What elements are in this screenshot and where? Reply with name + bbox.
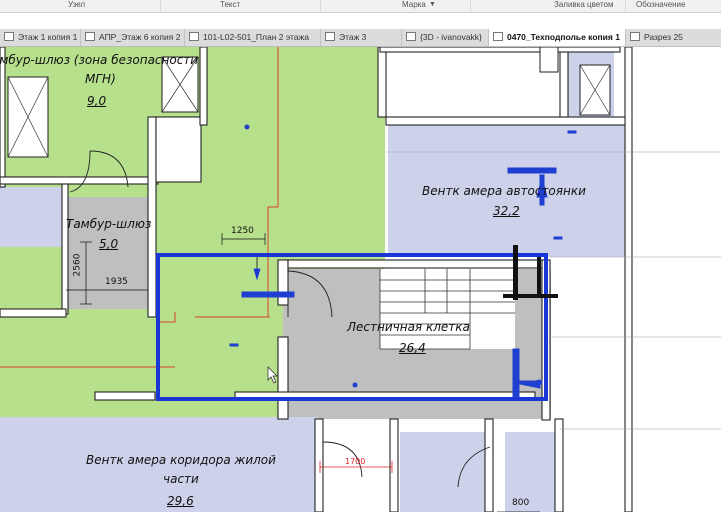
dimension-label[interactable]: 2560 [72, 254, 82, 277]
tab-label: Разрез 25 [644, 32, 683, 42]
dimension-label[interactable]: 1700 [345, 457, 365, 466]
dimension-label[interactable]: 800 [512, 498, 529, 508]
tab-label: Этаж 1 копия 1 [18, 32, 78, 42]
tab-label: {3D - ivanovakk} [420, 32, 482, 42]
column-uzel[interactable]: Узел [68, 0, 85, 10]
tab-apr-floor-6[interactable]: АПР_Этаж 6 копия 2 [81, 29, 185, 46]
tab-tech-basement-active[interactable]: 0470_Техподполье копия 1✕ [489, 29, 626, 46]
room-name[interactable]: Вентк амера коридора жилой [86, 453, 276, 467]
tab-floor-1-copy[interactable]: Этаж 1 копия 1 [0, 29, 81, 46]
room-area[interactable]: 5,0 [99, 237, 118, 251]
tab-label: АПР_Этаж 6 копия 2 [99, 32, 181, 42]
dimension-label[interactable]: 1935 [105, 277, 128, 287]
view-tab-bar: Этаж 1 копия 1 АПР_Этаж 6 копия 2 101-L0… [0, 29, 721, 47]
room-name[interactable]: Тамбур-шлюз [66, 217, 151, 231]
tab-section-25[interactable]: Разрез 25 [626, 29, 721, 46]
room-area[interactable]: 32,2 [493, 204, 520, 218]
room-name[interactable]: амбур-шлюз (зона безопасности [0, 53, 198, 67]
tab-label: 101-L02-501_План 2 этажа [203, 32, 309, 42]
floorplan-icon [325, 32, 335, 41]
room-area[interactable]: 29,6 [167, 494, 194, 508]
room-name[interactable]: части [163, 472, 199, 486]
floorplan-icon [493, 32, 503, 41]
column-designation[interactable]: Обозначение [636, 0, 685, 10]
chevron-down-icon[interactable]: ▼ [429, 0, 436, 10]
tab-label: Этаж 3 [339, 32, 367, 42]
room-name[interactable]: Вентк амера автостоянки [422, 184, 586, 198]
room-name[interactable]: Лестничная клетка [347, 320, 470, 334]
3d-view-icon [406, 32, 416, 41]
floorplan-icon [4, 32, 14, 41]
tab-label: 0470_Техподполье копия 1 [507, 32, 620, 42]
column-marka[interactable]: Марка [402, 0, 426, 10]
room-area[interactable]: 26,4 [399, 341, 426, 355]
column-fill[interactable]: Заливка цветом [554, 0, 613, 10]
tab-floor-3[interactable]: Этаж 3 [321, 29, 402, 46]
floorplan-icon [189, 32, 199, 41]
tab-plan-floor-2[interactable]: 101-L02-501_План 2 этажа [185, 29, 321, 46]
properties-header-row: Узел Текст Марка ▼ Заливка цветом Обозна… [0, 0, 721, 13]
room-name[interactable]: МГН) [85, 72, 116, 86]
dimension-label[interactable]: 1250 [231, 226, 254, 236]
drawing-canvas[interactable]: амбур-шлюз (зона безопасности МГН) 9,0 Т… [0, 47, 721, 512]
section-icon [630, 32, 640, 41]
tab-3d-view[interactable]: {3D - ivanovakk} [402, 29, 489, 46]
column-tekst[interactable]: Текст [220, 0, 240, 10]
floorplan-icon [85, 32, 95, 41]
room-area[interactable]: 9,0 [87, 94, 106, 108]
